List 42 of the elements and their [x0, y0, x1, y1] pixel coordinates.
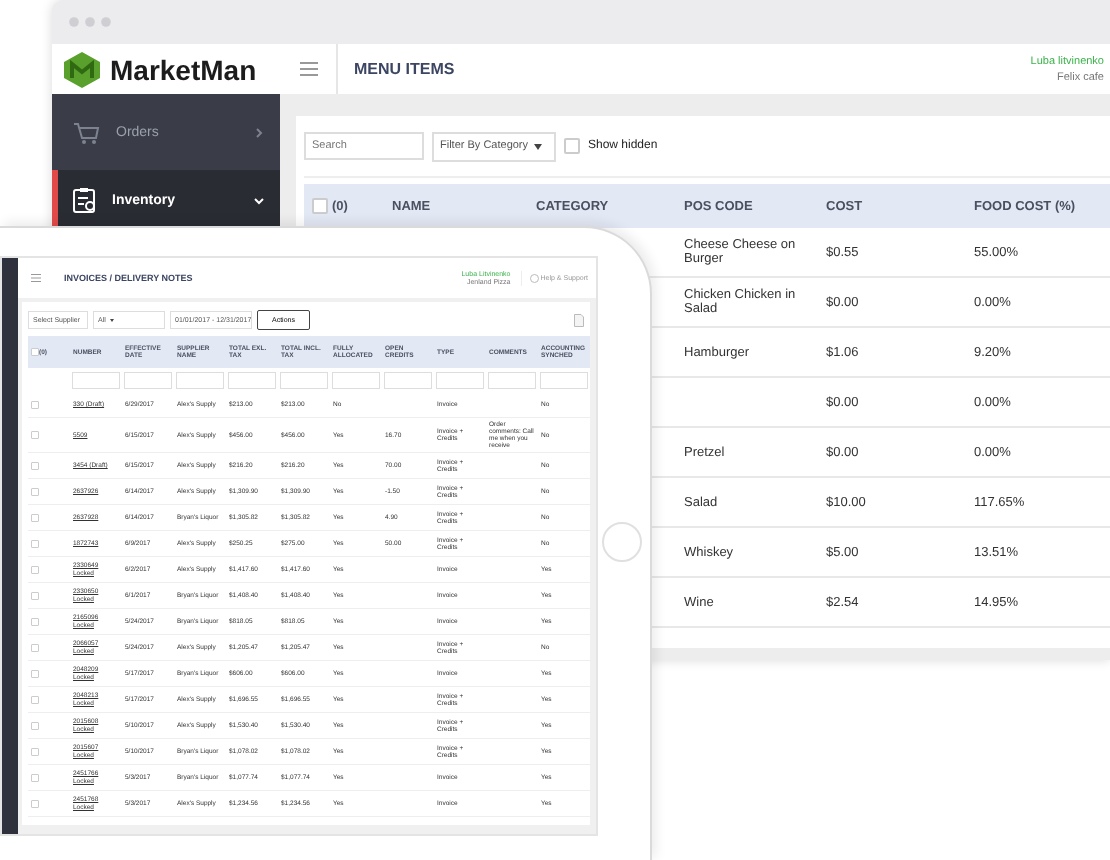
- row-checkbox[interactable]: [31, 695, 39, 704]
- filter-field[interactable]: [72, 371, 120, 389]
- row-checkbox[interactable]: [31, 669, 39, 678]
- document-icon[interactable]: [574, 313, 584, 327]
- row-checkbox[interactable]: [31, 539, 39, 548]
- row-checkbox[interactable]: [31, 591, 39, 600]
- filter-field[interactable]: [124, 371, 172, 389]
- window-dots-icon: [68, 16, 112, 28]
- row-checkbox[interactable]: [31, 799, 39, 808]
- row-checkbox[interactable]: [31, 773, 39, 782]
- filter-field[interactable]: [332, 371, 380, 389]
- row-checkbox[interactable]: [31, 513, 39, 522]
- filter-field[interactable]: [280, 371, 328, 389]
- logo-icon: [62, 49, 102, 89]
- row-checkbox[interactable]: [31, 643, 39, 652]
- filter-field[interactable]: [384, 371, 432, 389]
- caret-icon: [109, 318, 114, 322]
- show-hidden-checkbox[interactable]: [564, 138, 580, 154]
- row-checkbox[interactable]: [31, 565, 39, 574]
- row-checkbox[interactable]: [31, 617, 39, 626]
- filter-field[interactable]: [540, 371, 588, 389]
- menu-icon[interactable]: [299, 62, 317, 76]
- filter-field[interactable]: [488, 371, 536, 389]
- row-checkbox[interactable]: [31, 461, 39, 470]
- logo-text: MarketMan: [110, 53, 257, 85]
- select-all-checkbox[interactable]: [31, 348, 39, 356]
- page-title: MENU ITEMS: [352, 60, 455, 78]
- home-button[interactable]: [602, 522, 642, 562]
- chevron-icon: [254, 195, 264, 205]
- clipboard-icon: [72, 186, 96, 214]
- chevron-icon: [254, 127, 264, 137]
- filter-field[interactable]: [436, 371, 484, 389]
- cart-icon: [72, 120, 100, 144]
- filter-field[interactable]: [228, 371, 276, 389]
- select-all-checkbox[interactable]: [312, 198, 328, 214]
- row-checkbox[interactable]: [31, 400, 39, 409]
- row-checkbox[interactable]: [31, 721, 39, 730]
- row-checkbox[interactable]: [31, 747, 39, 756]
- caret-icon: [534, 143, 543, 149]
- row-checkbox[interactable]: [31, 431, 39, 439]
- row-checkbox[interactable]: [31, 487, 39, 496]
- filter-field[interactable]: [176, 371, 224, 389]
